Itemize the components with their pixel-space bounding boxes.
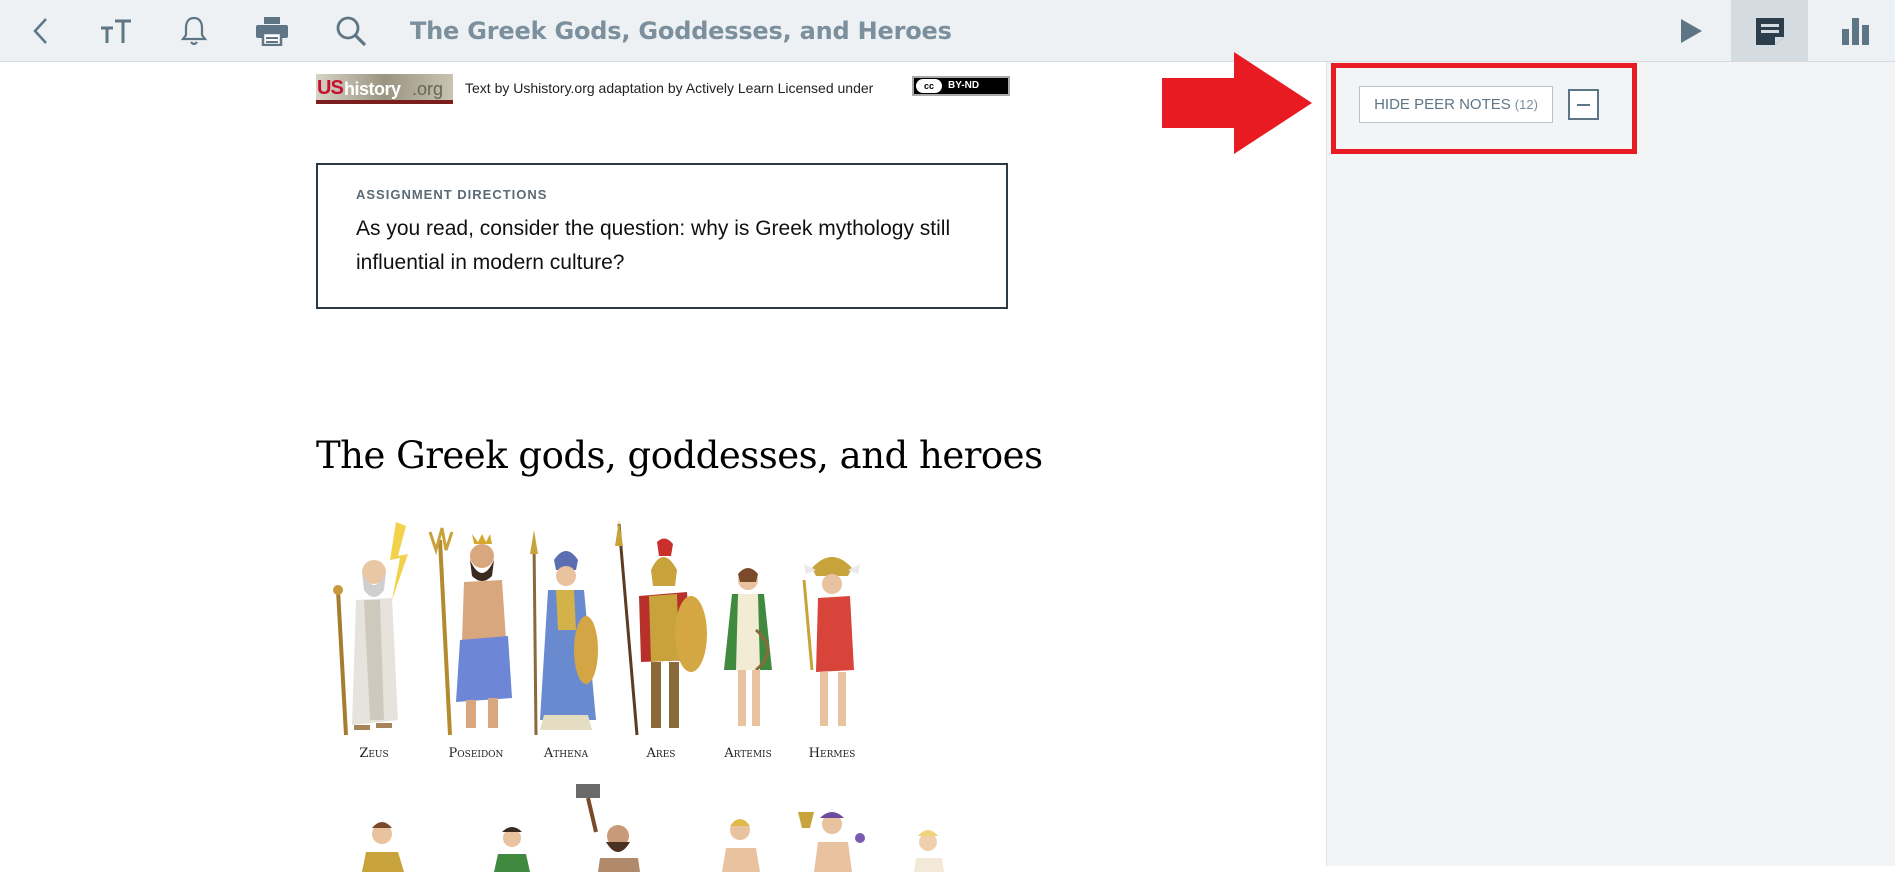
ushistory-logo: US history .org (316, 74, 453, 104)
god-name-ares: Ares (646, 746, 676, 761)
goddess-figure-icon (362, 822, 404, 872)
search-icon (336, 16, 367, 47)
assignment-directions: ASSIGNMENT DIRECTIONS As you read, consi… (316, 163, 1008, 309)
article-heading: The Greek gods, goddesses, and heroes (316, 434, 1043, 477)
play-icon (1681, 19, 1702, 43)
directions-label: ASSIGNMENT DIRECTIONS (356, 187, 548, 202)
athena-figure-icon (530, 530, 598, 736)
hephaestus-figure-icon (576, 784, 640, 872)
hermes-figure-icon (802, 557, 860, 726)
search-button[interactable] (320, 0, 382, 62)
greek-gods-illustration: Zeus Poseidon Athena Ares Artemis Hermes (324, 520, 1006, 872)
print-button[interactable] (241, 0, 303, 62)
god-hermes: Hermes (782, 520, 882, 770)
play-button[interactable] (1660, 0, 1722, 62)
god-ares: Ares (611, 520, 711, 770)
back-icon (33, 18, 47, 44)
god-athena: Athena (516, 520, 616, 770)
text-size-icon (101, 19, 131, 43)
printer-icon (256, 17, 288, 46)
zeus-figure-icon (333, 522, 408, 736)
chart-icon (1842, 18, 1869, 45)
back-button[interactable] (10, 0, 72, 62)
demeter-figure-icon (494, 827, 530, 872)
document-title: The Greek Gods, Goddesses, and Heroes (410, 17, 952, 45)
attribution-bar: US history .org Text by Ushistory.org ad… (316, 72, 1010, 104)
poseidon-figure-icon (428, 527, 512, 736)
god-name-poseidon: Poseidon (448, 746, 504, 761)
god-poseidon: Poseidon (426, 520, 526, 770)
notes-sidebar (1326, 62, 1895, 866)
directions-text: As you read, consider the question: why … (356, 217, 951, 274)
text-size-button[interactable] (85, 0, 147, 62)
highlight-annotation-box (1331, 63, 1637, 154)
license-badge[interactable]: cc BY-ND (912, 76, 1010, 96)
attribution-text: Text by Ushistory.org adaptation by Acti… (465, 80, 874, 96)
red-arrow-icon (1162, 52, 1312, 154)
cc-icon: cc (916, 79, 942, 93)
ares-figure-icon (615, 520, 707, 736)
god-name-zeus: Zeus (359, 746, 389, 761)
apollo-figure-icon (722, 819, 760, 872)
top-toolbar: The Greek Gods, Goddesses, and Heroes (0, 0, 1895, 62)
god-zeus: Zeus (324, 520, 424, 770)
gods-second-row (326, 772, 1006, 872)
analytics-button[interactable] (1825, 0, 1887, 62)
god-name-athena: Athena (543, 746, 589, 761)
notes-button[interactable] (1731, 0, 1808, 62)
dionysus-figure-icon (798, 812, 865, 872)
aphrodite-figure-icon (914, 830, 944, 872)
notifications-button[interactable] (163, 0, 225, 62)
god-name-hermes: Hermes (808, 746, 856, 761)
bell-icon (180, 16, 208, 46)
notes-icon (1755, 18, 1784, 45)
license-type: BY-ND (948, 80, 980, 91)
